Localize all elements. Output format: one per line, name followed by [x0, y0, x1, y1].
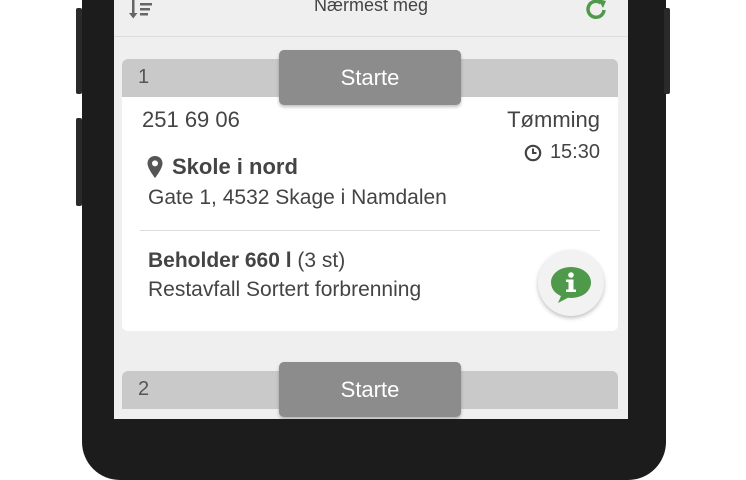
info-button[interactable] [538, 250, 604, 316]
app-header: Nærmest meg [114, 0, 628, 37]
location-name: Skole i nord [146, 154, 298, 180]
job-card: 1 Starte 251 69 06 Tømming 15:30 Skole i… [122, 50, 618, 331]
waste-type: Restavfall Sortert forbrenning [148, 278, 422, 301]
phone-power-button [664, 8, 670, 94]
container-name: Beholder 660 l [148, 249, 292, 272]
job-time: 15:30 [524, 141, 600, 164]
page-title: Nærmest meg [313, 0, 429, 15]
map-pin-icon [147, 156, 163, 178]
clock-icon [524, 144, 542, 161]
app-screen: Nærmest meg 1 Starte 251 69 06 Tømming 1… [114, 0, 628, 419]
container-info: Beholder 660 l (3 st) [148, 249, 345, 273]
phone-volume-button [76, 118, 82, 206]
job-card-header: 2 Starte [122, 362, 618, 417]
job-type: Tømming [507, 107, 600, 132]
address: Gate 1, 4532 Skage i Namdalen [148, 186, 447, 209]
container-count: (3 st) [297, 249, 346, 272]
job-number: 1 [138, 66, 150, 88]
job-card-header: 1 Starte [122, 50, 618, 105]
phone-volume-button [76, 8, 82, 94]
refresh-icon[interactable] [584, 0, 610, 20]
divider [140, 230, 600, 231]
info-speech-bubble-icon [551, 267, 591, 303]
start-button[interactable]: Starte [279, 362, 461, 417]
job-number: 2 [138, 378, 150, 400]
job-card-content[interactable]: 251 69 06 Tømming 15:30 Skole i nord Gat… [122, 97, 618, 331]
job-card: 2 Starte [122, 362, 618, 417]
location-name-text: Skole i nord [172, 154, 298, 179]
customer-number: 251 69 06 [142, 107, 240, 132]
job-time-value: 15:30 [549, 141, 600, 163]
